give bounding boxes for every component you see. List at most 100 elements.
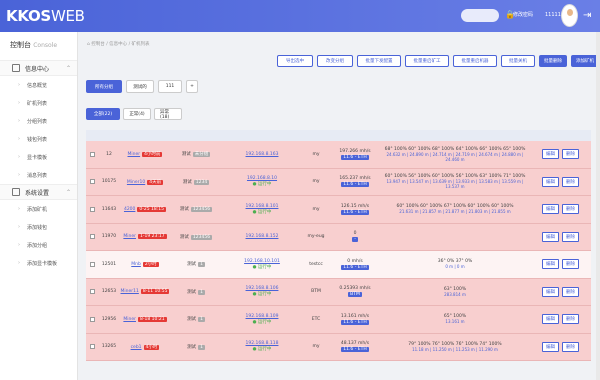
- sidebar-item[interactable]: › 钱包列表: [0, 130, 77, 148]
- sidebar-item[interactable]: › 消息列表: [0, 166, 77, 184]
- row-checkbox[interactable]: [89, 179, 95, 185]
- miner-name-link[interactable]: Miner: [123, 234, 136, 239]
- logout-icon[interactable]: ⇥: [583, 10, 591, 21]
- shutdown-button[interactable]: 批量关机: [501, 55, 535, 67]
- sidebar-item[interactable]: › 添加矿机: [0, 200, 77, 218]
- app-logo[interactable]: KKOSWEB: [6, 7, 85, 25]
- chevron-up-icon: ⌃: [65, 188, 71, 196]
- action-bar: 导出选中 改变分组 批量下发配置 批量重启矿工 批量重启机器 批量关机 批量删除…: [277, 55, 599, 67]
- group-badge: 123456: [190, 234, 213, 240]
- coin-badge: -: [352, 237, 358, 243]
- edit-button[interactable]: 编辑: [542, 204, 559, 215]
- delete-button[interactable]: 删除: [562, 204, 579, 215]
- group-tab-111[interactable]: 111: [158, 80, 182, 93]
- change-group-button[interactable]: 改变分组: [317, 55, 353, 67]
- search-input[interactable]: [461, 9, 499, 22]
- delete-button[interactable]: 删除: [562, 176, 579, 187]
- sidebar-item[interactable]: › 矿机列表: [0, 94, 77, 112]
- miner-name-link[interactable]: Miner10: [127, 180, 145, 185]
- sidebar-section-settings[interactable]: 系统设置 ⌃: [0, 184, 77, 200]
- edit-button[interactable]: 编辑: [542, 341, 559, 352]
- group-badge: 1: [198, 262, 205, 268]
- row-checkbox[interactable]: [89, 151, 95, 157]
- miner-name-link[interactable]: Mnb: [131, 262, 141, 267]
- status-badge: 4小时前: [142, 152, 163, 158]
- change-password-link[interactable]: 修改密码: [513, 11, 533, 18]
- restart-miner-button[interactable]: 批量重启矿工: [405, 55, 449, 67]
- gpu-hashrates: 13.947 m | 13.547 m | 13.639 m | 13.933 …: [386, 179, 524, 190]
- hashrate-value: 197.266 mh/s: [339, 148, 371, 154]
- miner-name-link[interactable]: Miner: [128, 152, 141, 157]
- edit-button[interactable]: 编辑: [542, 259, 559, 270]
- settings-icon: [12, 188, 20, 196]
- gpu-hashrates: 24.632 m | 24.890 m | 24.714 m | 24.719 …: [386, 151, 524, 162]
- push-config-button[interactable]: 批量下发配置: [357, 55, 401, 67]
- miner-name-link[interactable]: Miner11: [121, 289, 139, 294]
- status-badge: 8-18 10:21: [137, 316, 167, 322]
- edit-button[interactable]: 编辑: [542, 286, 559, 297]
- reboot-machine-button[interactable]: 批量重启机器: [453, 55, 497, 67]
- delete-button[interactable]: 删除: [562, 149, 579, 160]
- add-group-button[interactable]: +: [186, 80, 198, 93]
- coin-badge: 11.6 - ETH: [341, 154, 369, 160]
- row-checkbox[interactable]: [89, 344, 95, 350]
- wallet-name: my: [312, 151, 320, 157]
- wallet-name: testcc: [309, 261, 323, 267]
- hashrate-value: 0.25393 mh/s: [339, 286, 371, 292]
- add-miner-button[interactable]: 添加矿机: [571, 55, 599, 67]
- table-row: 12 Miner 4小时前 测试 未分组 192.168.8.163 my 197.266 m…: [86, 141, 591, 169]
- miner-id: 12956: [101, 316, 117, 322]
- sidebar-item[interactable]: › 添加钱包: [0, 218, 77, 236]
- table-row: 11970 Miner 1-19 23:17 测试 123456 192.168.8.15…: [86, 223, 591, 251]
- row-checkbox[interactable]: [89, 316, 95, 322]
- table-row: 12501 Mnb 2小时 测试 1 192.168.10.101 ● 运行中 testcc 0…: [86, 251, 591, 279]
- edit-button[interactable]: 编辑: [542, 314, 559, 325]
- table-row: 10175 Miner10 4天前 测试 1234 192.168.8.10 ● 运行中 my…: [86, 168, 591, 196]
- status-tab-all[interactable]: 全部(22): [86, 108, 120, 120]
- group-tabs: 所有分组 测试的 111 +: [86, 80, 198, 93]
- sidebar-section-info[interactable]: 信息中心 ⌃: [0, 60, 77, 76]
- batch-delete-button[interactable]: 批量删除: [539, 55, 567, 67]
- row-checkbox[interactable]: [89, 289, 95, 295]
- sidebar-item[interactable]: › 信息概览: [0, 76, 77, 94]
- delete-button[interactable]: 删除: [562, 341, 579, 352]
- avatar[interactable]: [561, 4, 578, 27]
- wallet-name: my: [312, 206, 320, 212]
- sidebar-item[interactable]: › 显卡模板: [0, 148, 77, 166]
- group-tab-test[interactable]: 测试的: [126, 80, 154, 93]
- sidebar-item[interactable]: › 添加分组: [0, 236, 77, 254]
- miner-name-link[interactable]: 4200: [124, 207, 135, 212]
- status-tab-error[interactable]: 异常(18): [154, 108, 182, 120]
- export-selected-button[interactable]: 导出选中: [277, 55, 313, 67]
- wallet-name: my-eug: [307, 234, 325, 240]
- coin-badge: 11.6 - ETH: [341, 209, 369, 215]
- row-checkbox[interactable]: [89, 234, 95, 240]
- row-checkbox[interactable]: [89, 206, 95, 212]
- run-status: ● 运行中: [252, 209, 272, 215]
- ip-link[interactable]: 192.168.8.163: [246, 152, 279, 157]
- delete-button[interactable]: 删除: [562, 231, 579, 242]
- sidebar-item[interactable]: › 分组列表: [0, 112, 77, 130]
- delete-button[interactable]: 删除: [562, 286, 579, 297]
- status-badge: 8-11 10:55: [140, 289, 170, 295]
- group-badge: 1: [198, 344, 205, 350]
- row-checkbox[interactable]: [89, 261, 95, 267]
- hashrate-value: 126.15 mh/s: [340, 203, 370, 209]
- scrollbar[interactable]: [596, 32, 600, 380]
- delete-button[interactable]: 删除: [562, 259, 579, 270]
- delete-button[interactable]: 删除: [562, 314, 579, 325]
- group-tab-all[interactable]: 所有分组: [86, 80, 122, 93]
- coin-badge: 11.6 - ETH: [341, 319, 369, 325]
- run-status: ● 运行中: [252, 182, 272, 188]
- edit-button[interactable]: 编辑: [542, 231, 559, 242]
- status-tab-normal[interactable]: 正常(4): [123, 108, 151, 120]
- miner-name-link[interactable]: Miner: [123, 317, 136, 322]
- hashrate-value: 48.137 mh/s: [340, 341, 370, 347]
- edit-button[interactable]: 编辑: [542, 176, 559, 187]
- miner-name-link[interactable]: ceb1: [131, 345, 142, 350]
- ip-link[interactable]: 192.168.8.152: [246, 234, 279, 239]
- sidebar-item[interactable]: › 添加显卡模板: [0, 254, 77, 272]
- edit-button[interactable]: 编辑: [542, 149, 559, 160]
- sidebar-title: 控制台 Console: [10, 41, 58, 49]
- coin-badge: 11.6 - ETH: [341, 264, 369, 270]
